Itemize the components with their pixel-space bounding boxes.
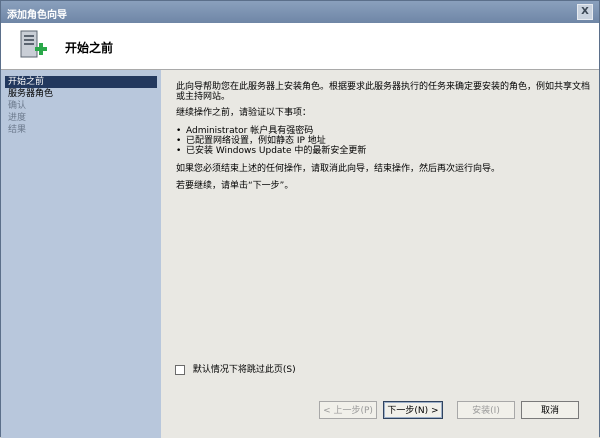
intro-text: 此向导帮助您在此服务器上安装角色。根据要求此服务器执行的任务来确定要安装的角色，… [176, 82, 591, 102]
skip-page-option[interactable]: 默认情况下将跳过此页(S) [175, 364, 296, 376]
wizard-steps-nav: 开始之前 服务器角色 确认 进度 结果 [1, 70, 161, 438]
prerequisite-item: 已安装 Windows Update 中的最新安全更新 [176, 146, 366, 156]
verify-heading: 继续操作之前，请验证以下事项： [176, 108, 312, 118]
skip-page-checkbox[interactable] [175, 364, 185, 375]
step-server-roles[interactable]: 服务器角色 [5, 88, 157, 100]
step-results: 结果 [8, 125, 27, 135]
prerequisite-list: Administrator 帐户具有强密码 已配置网络设置，例如静态 IP 地址… [176, 126, 366, 156]
next-button[interactable]: 下一步(N) > [383, 401, 443, 419]
window-title: 添加角色向导 [7, 10, 67, 21]
title-bar[interactable]: 添加角色向导 X [1, 1, 599, 23]
page-title: 开始之前 [65, 41, 114, 55]
wizard-header: 开始之前 [1, 23, 599, 70]
cancel-button[interactable]: 取消 [521, 401, 579, 419]
step-before-you-begin[interactable]: 开始之前 [5, 76, 157, 88]
skip-page-label: 默认情况下将跳过此页(S) [192, 365, 296, 375]
add-roles-wizard-window: 添加角色向导 X 开始之前 开始之前 服务器角色 确认 进度 结果 此向导帮助您… [0, 0, 600, 438]
wizard-content: 此向导帮助您在此服务器上安装角色。根据要求此服务器执行的任务来确定要安装的角色，… [161, 70, 599, 438]
step-progress: 进度 [8, 113, 27, 123]
prerequisite-item: 已配置网络设置，例如静态 IP 地址 [176, 136, 366, 146]
cancel-note: 如果您必须结束上述的任何操作，请取消此向导，结束操作，然后再次运行向导。 [176, 164, 501, 174]
previous-button[interactable]: < 上一步(P) [319, 401, 377, 419]
step-confirmation: 确认 [8, 101, 27, 111]
prerequisite-item: Administrator 帐户具有强密码 [176, 126, 366, 136]
close-icon[interactable]: X [577, 4, 593, 20]
continue-note: 若要继续，请单击“下一步”。 [176, 181, 294, 191]
install-button[interactable]: 安装(I) [457, 401, 515, 419]
server-role-add-icon [20, 30, 47, 58]
